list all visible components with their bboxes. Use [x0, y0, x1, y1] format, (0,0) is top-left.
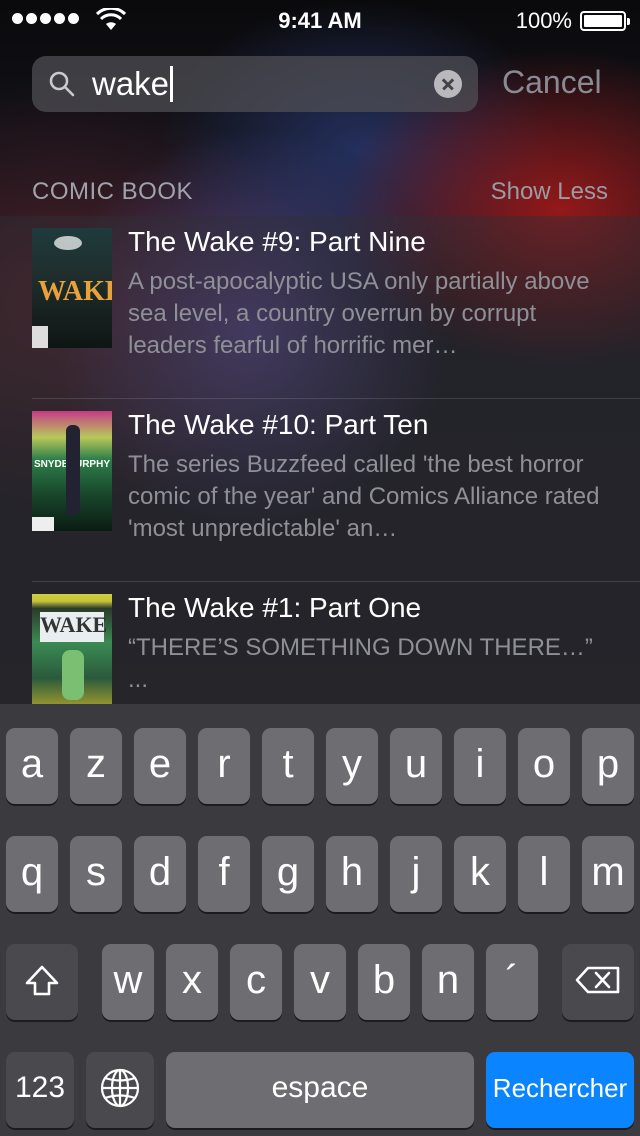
key-e[interactable]: e [134, 728, 186, 804]
key-u[interactable]: u [390, 728, 442, 804]
result-description: “THERE’S SOMETHING DOWN THERE…” ... [128, 634, 593, 693]
key-c[interactable]: c [230, 944, 282, 1020]
key-j[interactable]: j [390, 836, 442, 912]
key-b[interactable]: b [358, 944, 410, 1020]
key-o[interactable]: o [518, 728, 570, 804]
status-bar: 9:41 AM 100% [0, 0, 640, 40]
globe-key[interactable] [86, 1052, 154, 1128]
shift-icon [25, 965, 59, 996]
search-icon [49, 71, 75, 97]
results-list: WAKE The Wake #9: Part Nine A post-apoca… [0, 216, 640, 704]
search-return-key[interactable]: Rechercher [486, 1052, 634, 1128]
key-f[interactable]: f [198, 836, 250, 912]
comic-cover-image: SNYDER MURPHY [32, 411, 112, 531]
key-g[interactable]: g [262, 836, 314, 912]
key-l[interactable]: l [518, 836, 570, 912]
key-p[interactable]: p [582, 728, 634, 804]
space-key[interactable]: espace [166, 1052, 474, 1128]
backspace-icon [575, 966, 620, 994]
keyboard: a z e r t y u i o p q s d f g h j k l m … [0, 704, 640, 1136]
key-r[interactable]: r [198, 728, 250, 804]
clear-icon[interactable] [434, 70, 462, 98]
globe-icon [100, 1068, 140, 1108]
search-input[interactable]: wake [92, 64, 174, 104]
battery-icon [580, 11, 630, 31]
key-w[interactable]: w [102, 944, 154, 1020]
key-y[interactable]: y [326, 728, 378, 804]
text-caret [170, 66, 174, 103]
key-v[interactable]: v [294, 944, 346, 1020]
result-title: The Wake #9: Part Nine [128, 226, 426, 257]
shift-key[interactable] [6, 944, 78, 1020]
result-item[interactable]: WAKE The Wake #9: Part Nine A post-apoca… [0, 216, 640, 399]
result-title: The Wake #10: Part Ten [128, 409, 429, 440]
key-m[interactable]: m [582, 836, 634, 912]
key-q[interactable]: q [6, 836, 58, 912]
key-a[interactable]: a [6, 728, 58, 804]
key-d[interactable]: d [134, 836, 186, 912]
backspace-key[interactable] [562, 944, 634, 1020]
key-n[interactable]: n [422, 944, 474, 1020]
key-acute-accent[interactable]: ´ [486, 944, 538, 1020]
result-description: The series Buzzfeed called 'the best hor… [128, 451, 600, 542]
key-t[interactable]: t [262, 728, 314, 804]
key-k[interactable]: k [454, 836, 506, 912]
search-field[interactable]: wake [32, 56, 478, 112]
comic-cover-image: WAKE [32, 228, 112, 348]
battery-percentage: 100% [515, 8, 572, 33]
key-x[interactable]: x [166, 944, 218, 1020]
result-item[interactable]: SNYDER MURPHY The Wake #10: Part Ten The … [0, 399, 640, 582]
key-z[interactable]: z [70, 728, 122, 804]
result-description: A post-apocalyptic USA only partially ab… [128, 268, 590, 359]
section-title: COMIC BOOK [32, 178, 194, 205]
comic-cover-image: WAKE [32, 594, 112, 704]
search-query: wake [92, 65, 170, 102]
key-s[interactable]: s [70, 836, 122, 912]
result-item[interactable]: WAKE The Wake #1: Part One “THERE’S SOME… [0, 582, 640, 704]
cancel-button[interactable]: Cancel [502, 64, 602, 101]
numbers-key[interactable]: 123 [6, 1052, 74, 1128]
key-i[interactable]: i [454, 728, 506, 804]
show-less-button[interactable]: Show Less [491, 178, 608, 206]
key-h[interactable]: h [326, 836, 378, 912]
result-title: The Wake #1: Part One [128, 592, 422, 623]
